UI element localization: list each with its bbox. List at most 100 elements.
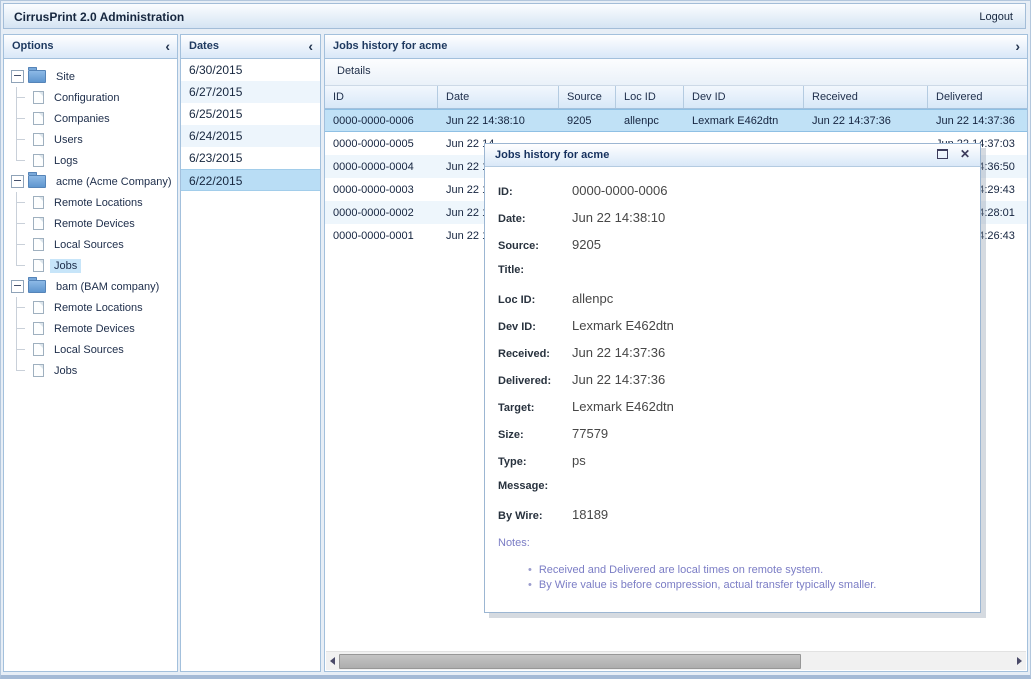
date-item[interactable]: 6/27/2015 (181, 81, 320, 103)
column-header-dev-id[interactable]: Dev ID (684, 86, 804, 108)
tree-node-label[interactable]: Local Sources (50, 343, 128, 357)
tree-node-acme-remote-devices[interactable]: Remote Devices (11, 213, 177, 234)
column-header-received[interactable]: Received (804, 86, 928, 108)
tree-node-bam-remote-locations[interactable]: Remote Locations (11, 297, 177, 318)
maximize-icon[interactable] (937, 149, 948, 159)
collapse-left-icon[interactable]: ‹ (165, 35, 170, 57)
cell-source: 9205 (559, 115, 616, 127)
column-header-id[interactable]: ID (325, 86, 438, 108)
dialog-titlebar[interactable]: Jobs history for acme ✕ (485, 144, 980, 167)
tree-node-acme[interactable]: acme (Acme Company) (11, 171, 177, 192)
dialog-title: Jobs history for acme (495, 149, 609, 161)
page-icon (33, 91, 44, 104)
column-header-date[interactable]: Date (438, 86, 559, 108)
field-value: Jun 22 14:38:10 (572, 210, 665, 225)
date-item-selected[interactable]: 6/22/2015 (181, 169, 320, 191)
horizontal-scrollbar[interactable] (326, 651, 1026, 670)
folder-icon (28, 175, 46, 188)
tree-node-label[interactable]: Configuration (50, 91, 123, 105)
tree-node-bam-remote-devices[interactable]: Remote Devices (11, 318, 177, 339)
logout-link[interactable]: Logout (979, 11, 1013, 23)
tree-node-configuration[interactable]: Configuration (11, 87, 177, 108)
tree-node-bam-jobs[interactable]: Jobs (11, 360, 177, 381)
field-message: Message: (498, 480, 966, 496)
tree-node-companies[interactable]: Companies (11, 108, 177, 129)
column-header-loc-id[interactable]: Loc ID (616, 86, 684, 108)
tree-node-label[interactable]: Jobs (50, 259, 81, 273)
tree-node-label[interactable]: acme (Acme Company) (52, 175, 176, 189)
close-icon[interactable]: ✕ (960, 147, 970, 161)
tree-node-label[interactable]: Jobs (50, 364, 81, 378)
date-item[interactable]: 6/30/2015 (181, 59, 320, 81)
collapse-node-icon[interactable] (11, 70, 24, 83)
scrollbar-thumb[interactable] (339, 654, 801, 669)
date-item[interactable]: 6/23/2015 (181, 147, 320, 169)
dates-panel: Dates ‹ 6/30/2015 6/27/2015 6/25/2015 6/… (180, 34, 321, 672)
column-header-source[interactable]: Source (559, 86, 616, 108)
tree-node-label[interactable]: Remote Devices (50, 322, 139, 336)
tree-node-acme-jobs[interactable]: Jobs (11, 255, 177, 276)
cell-id: 0000-0000-0002 (325, 207, 438, 219)
tree-node-label[interactable]: bam (BAM company) (52, 280, 163, 294)
note-item: By Wire value is before compression, act… (528, 578, 966, 593)
app-window: CirrusPrint 2.0 Administration Logout Op… (0, 0, 1031, 679)
date-item[interactable]: 6/25/2015 (181, 103, 320, 125)
tree-node-label[interactable]: Logs (50, 154, 82, 168)
tree-node-label[interactable]: Remote Locations (50, 301, 147, 315)
field-value: Lexmark E462dtn (572, 399, 674, 414)
tree-node-acme-remote-locations[interactable]: Remote Locations (11, 192, 177, 213)
page-icon (33, 112, 44, 125)
jobs-grid-header: ID Date Source Loc ID Dev ID Received De… (325, 86, 1027, 109)
tree-node-bam[interactable]: bam (BAM company) (11, 276, 177, 297)
page-icon (33, 217, 44, 230)
options-panel-header: Options ‹ (4, 35, 177, 59)
field-value: Lexmark E462dtn (572, 318, 674, 333)
page-icon (33, 364, 44, 377)
dialog-body: ID: 0000-0000-0006 Date: Jun 22 14:38:10… (485, 167, 980, 593)
notes-heading: Notes: (498, 537, 966, 549)
cell-received: Jun 22 14:37:36 (804, 115, 928, 127)
dates-panel-header: Dates ‹ (181, 35, 320, 59)
field-label: By Wire: (498, 510, 572, 522)
tree-connector (16, 150, 33, 171)
tree-node-label[interactable]: Local Sources (50, 238, 128, 252)
tree-node-label[interactable]: Remote Locations (50, 196, 147, 210)
titlebar: CirrusPrint 2.0 Administration Logout (3, 3, 1026, 29)
notes-list: Received and Delivered are local times o… (498, 563, 966, 593)
job-detail-dialog: Jobs history for acme ✕ ID: 0000-0000-00… (484, 143, 981, 613)
scroll-left-icon[interactable] (330, 657, 335, 665)
tree-node-bam-local-sources[interactable]: Local Sources (11, 339, 177, 360)
expand-right-icon[interactable]: › (1015, 35, 1020, 57)
field-label: Size: (498, 429, 572, 441)
field-label: Source: (498, 240, 572, 252)
tree-node-label[interactable]: Companies (50, 112, 114, 126)
cell-id: 0000-0000-0006 (325, 115, 438, 127)
field-value: 9205 (572, 237, 601, 252)
tree-node-acme-local-sources[interactable]: Local Sources (11, 234, 177, 255)
tree-node-label[interactable]: Site (52, 70, 79, 84)
tree-node-label[interactable]: Users (50, 133, 87, 147)
column-header-delivered[interactable]: Delivered (928, 86, 1027, 108)
page-icon (33, 322, 44, 335)
tree-node-users[interactable]: Users (11, 129, 177, 150)
scroll-right-icon[interactable] (1017, 657, 1022, 665)
field-date: Date: Jun 22 14:38:10 (498, 210, 966, 226)
collapse-node-icon[interactable] (11, 175, 24, 188)
date-item[interactable]: 6/24/2015 (181, 125, 320, 147)
tree-connector (16, 255, 33, 276)
tree-node-site[interactable]: Site (11, 66, 177, 87)
field-delivered: Delivered: Jun 22 14:37:36 (498, 372, 966, 388)
field-label: Title: (498, 264, 572, 276)
tree-node-logs[interactable]: Logs (11, 150, 177, 171)
collapse-node-icon[interactable] (11, 280, 24, 293)
collapse-left-icon[interactable]: ‹ (308, 35, 313, 57)
details-button[interactable]: Details (337, 65, 371, 77)
jobs-panel-header: Jobs history for acme › (325, 35, 1027, 59)
field-target: Target: Lexmark E462dtn (498, 399, 966, 415)
tree-connector (16, 192, 33, 213)
table-row[interactable]: 0000-0000-0006 Jun 22 14:38:10 9205 alle… (325, 109, 1027, 132)
cell-id: 0000-0000-0005 (325, 138, 438, 150)
tree-node-label[interactable]: Remote Devices (50, 217, 139, 231)
tree-connector (16, 339, 33, 360)
field-value: 18189 (572, 507, 608, 522)
